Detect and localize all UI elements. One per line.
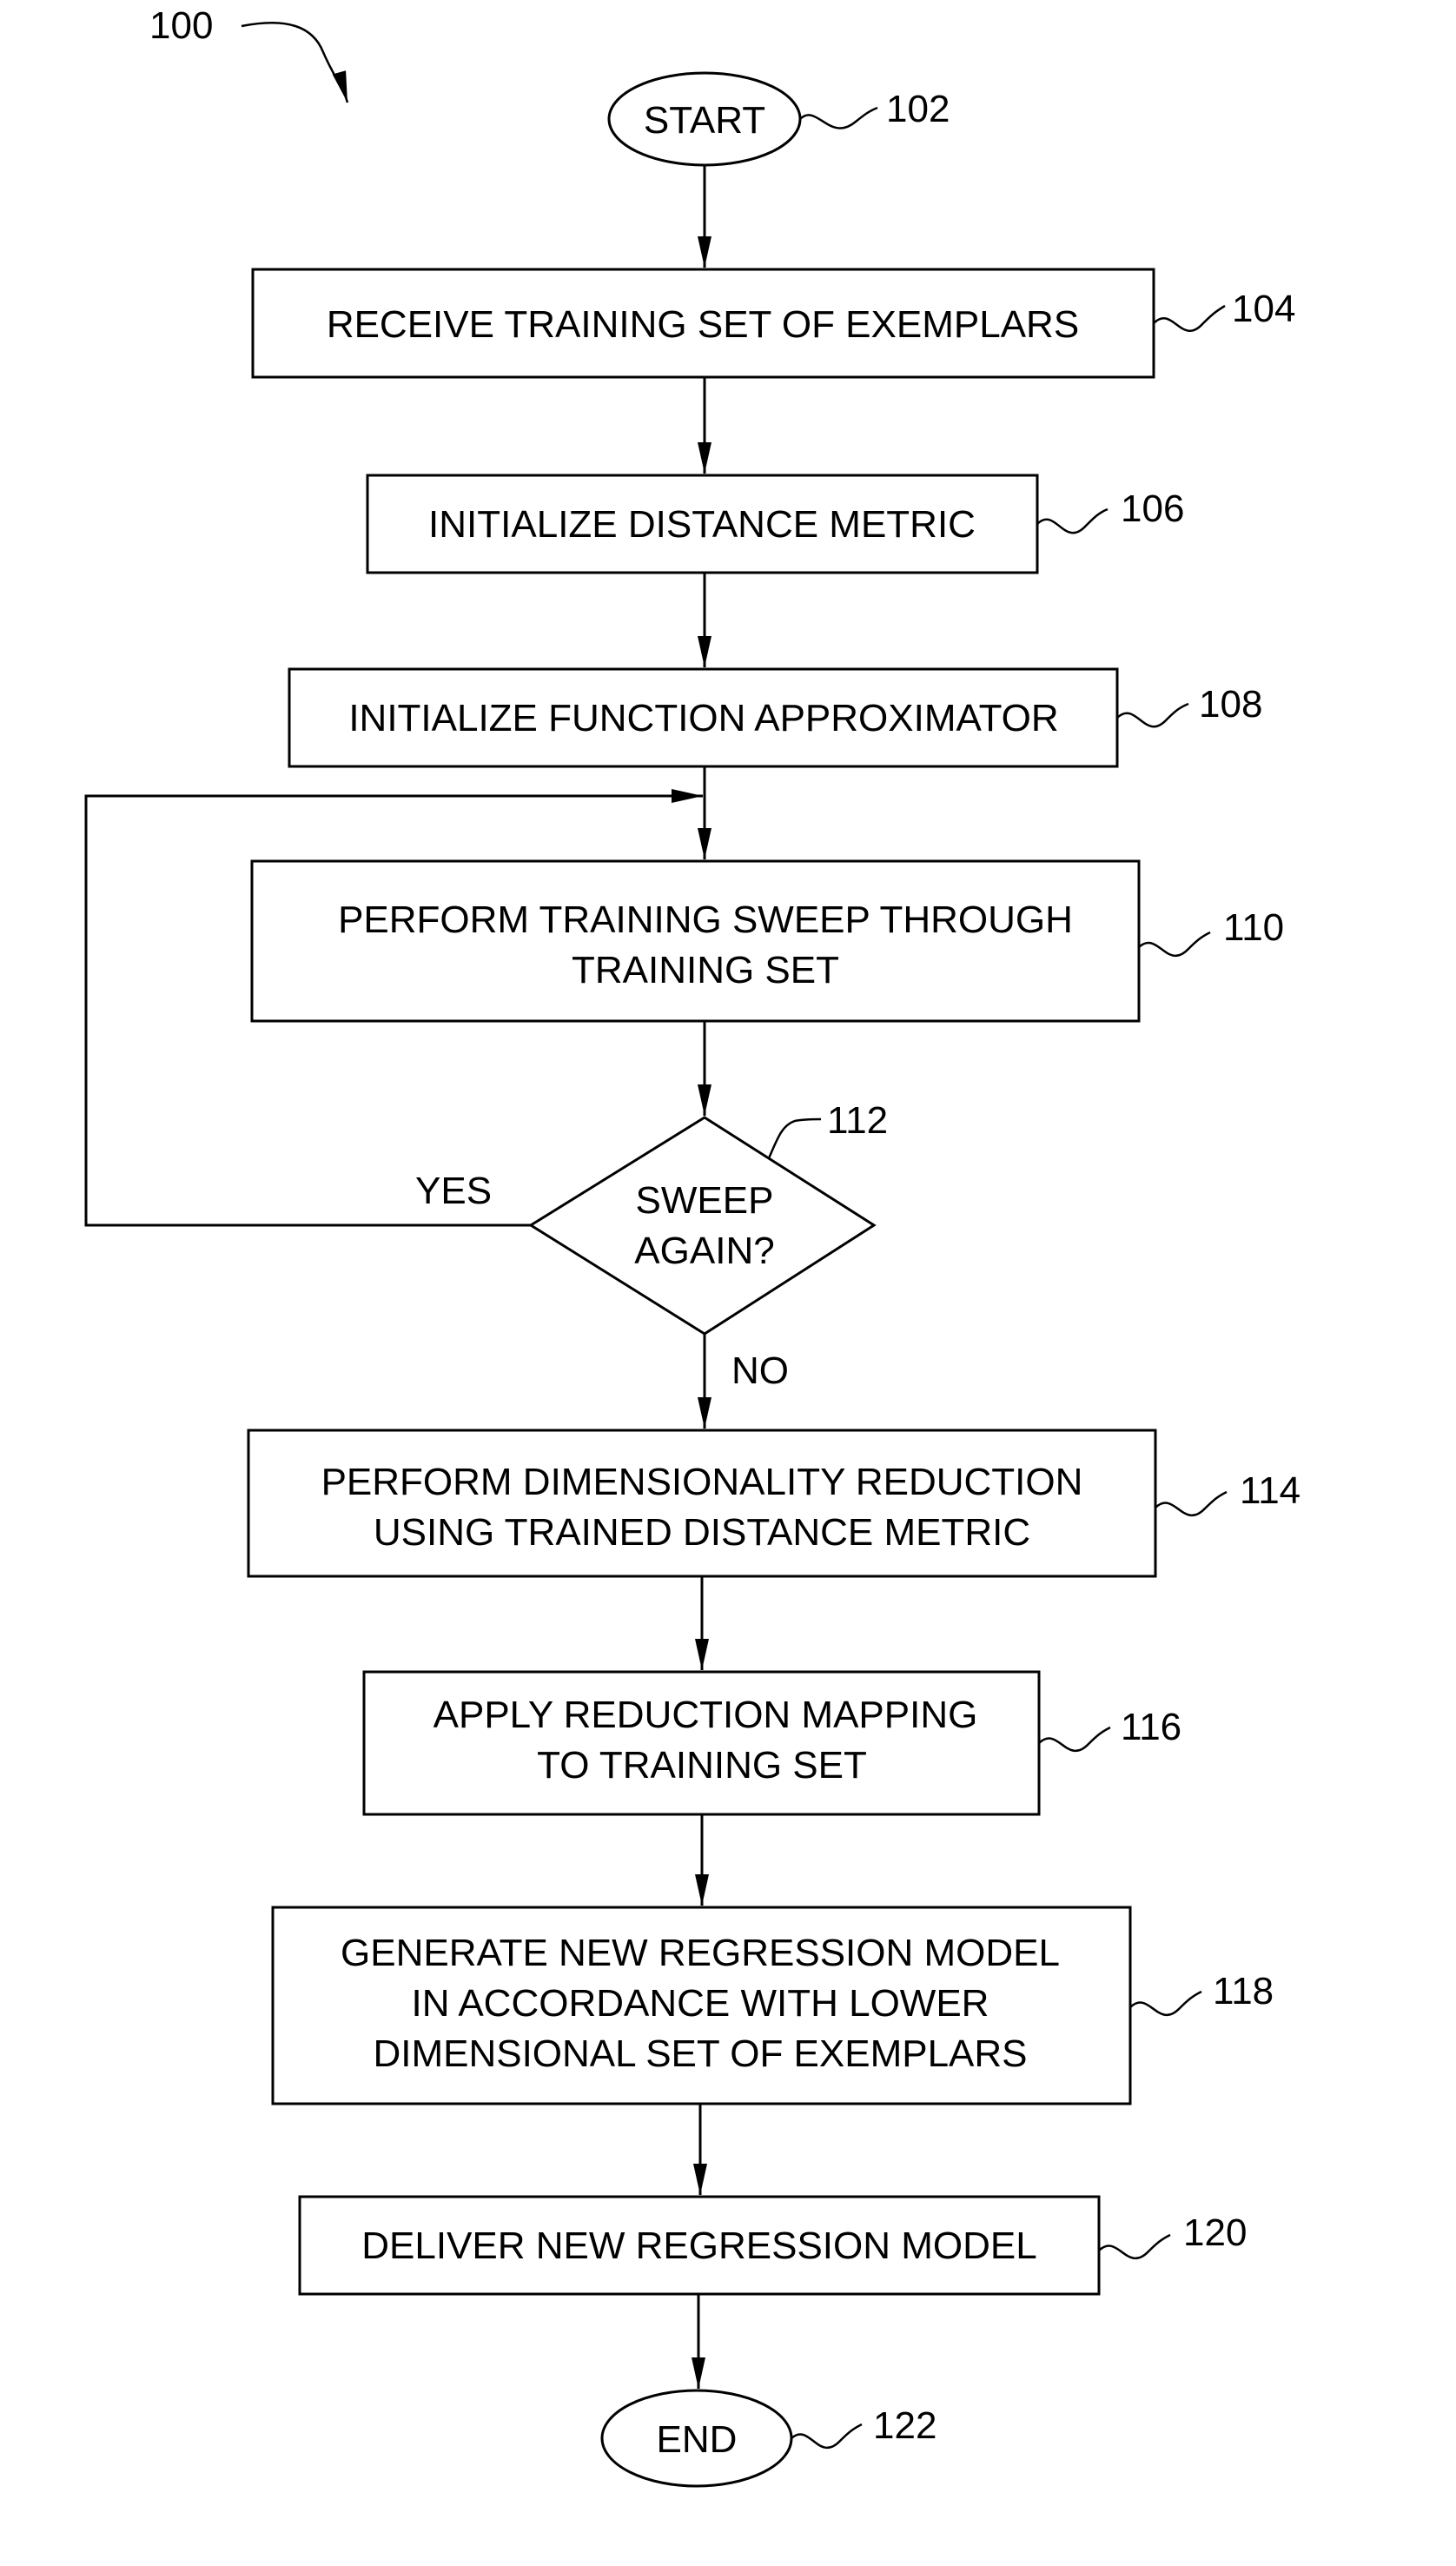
ref-leader (1155, 1490, 1228, 1516)
node-text: DELIVER NEW REGRESSION MODEL (361, 2225, 1036, 2267)
node-init-metric: INITIALIZE DISTANCE METRIC 106 (366, 474, 1184, 574)
ref-label: 112 (827, 1099, 888, 1142)
edge-label-yes: YES (415, 1170, 492, 1212)
node-start: START 102 (607, 71, 950, 167)
node-init-approx: INITIALIZE FUNCTION APPROXIMATOR 108 (288, 667, 1262, 768)
ref-leader (1138, 931, 1211, 957)
ref-leader (1038, 1726, 1111, 1752)
node-text: SWEEP (636, 1179, 774, 1222)
ref-leader (1116, 702, 1189, 728)
figure-ref-label: 100 (149, 4, 213, 47)
node-text: GENERATE NEW REGRESSION MODEL (341, 1932, 1060, 1974)
ref-label: 120 (1183, 2211, 1247, 2254)
ref-label: 104 (1232, 288, 1295, 330)
ref-label: 106 (1121, 487, 1184, 530)
ref-label: 110 (1223, 906, 1284, 949)
flowchart: 100 START 102 RECEIVE TRAINING SET OF EX… (84, 4, 1300, 2488)
node-text: AGAIN? (634, 1230, 774, 1272)
node-apply: APPLY REDUCTION MAPPING TO TRAINING SET … (362, 1670, 1181, 1816)
ref-leader (1129, 1990, 1202, 2016)
ref-label: 122 (873, 2404, 936, 2447)
ref-leader (1153, 304, 1226, 332)
node-text: INITIALIZE FUNCTION APPROXIMATOR (348, 697, 1058, 739)
ref-label: 102 (886, 88, 950, 130)
ref-leader (1098, 2233, 1171, 2259)
ref-label: 118 (1213, 1970, 1274, 2012)
node-text: PERFORM DIMENSIONALITY REDUCTION (321, 1461, 1083, 1503)
process-box (250, 859, 1141, 1023)
node-sweep: PERFORM TRAINING SWEEP THROUGH TRAINING … (250, 859, 1284, 1023)
node-end: END 122 (600, 2389, 936, 2488)
figure-ref-arrow (241, 22, 349, 103)
edge-label-no: NO (731, 1349, 789, 1392)
node-text: RECEIVE TRAINING SET OF EXEMPLARS (327, 303, 1079, 346)
node-text: USING TRAINED DISTANCE METRIC (374, 1511, 1030, 1554)
node-text: IN ACCORDANCE WITH LOWER (412, 1982, 989, 2025)
node-deliver: DELIVER NEW REGRESSION MODEL 120 (298, 2195, 1247, 2296)
ref-leader (799, 106, 878, 129)
node-text: END (657, 2418, 738, 2461)
decision-diamond (528, 1116, 877, 1336)
ref-label: 116 (1121, 1706, 1181, 1748)
ref-leader (791, 2423, 863, 2449)
node-text: PERFORM TRAINING SWEEP THROUGH (338, 898, 1073, 941)
node-text: TO TRAINING SET (537, 1744, 867, 1787)
ref-label: 114 (1240, 1469, 1300, 1512)
node-receive: RECEIVE TRAINING SET OF EXEMPLARS 104 (251, 268, 1295, 379)
process-box (247, 1429, 1157, 1578)
node-text: DIMENSIONAL SET OF EXEMPLARS (373, 2032, 1027, 2075)
node-generate: GENERATE NEW REGRESSION MODEL IN ACCORDA… (271, 1906, 1274, 2105)
ref-label: 108 (1199, 683, 1262, 726)
node-decision: SWEEP AGAIN? 112 (528, 1099, 888, 1336)
node-text: INITIALIZE DISTANCE METRIC (428, 503, 976, 546)
ref-leader (767, 1117, 822, 1159)
ref-leader (1036, 507, 1109, 534)
node-text: TRAINING SET (572, 949, 839, 991)
node-text: START (644, 99, 765, 142)
node-reduce: PERFORM DIMENSIONALITY REDUCTION USING T… (247, 1429, 1300, 1578)
node-text: APPLY REDUCTION MAPPING (433, 1694, 978, 1736)
